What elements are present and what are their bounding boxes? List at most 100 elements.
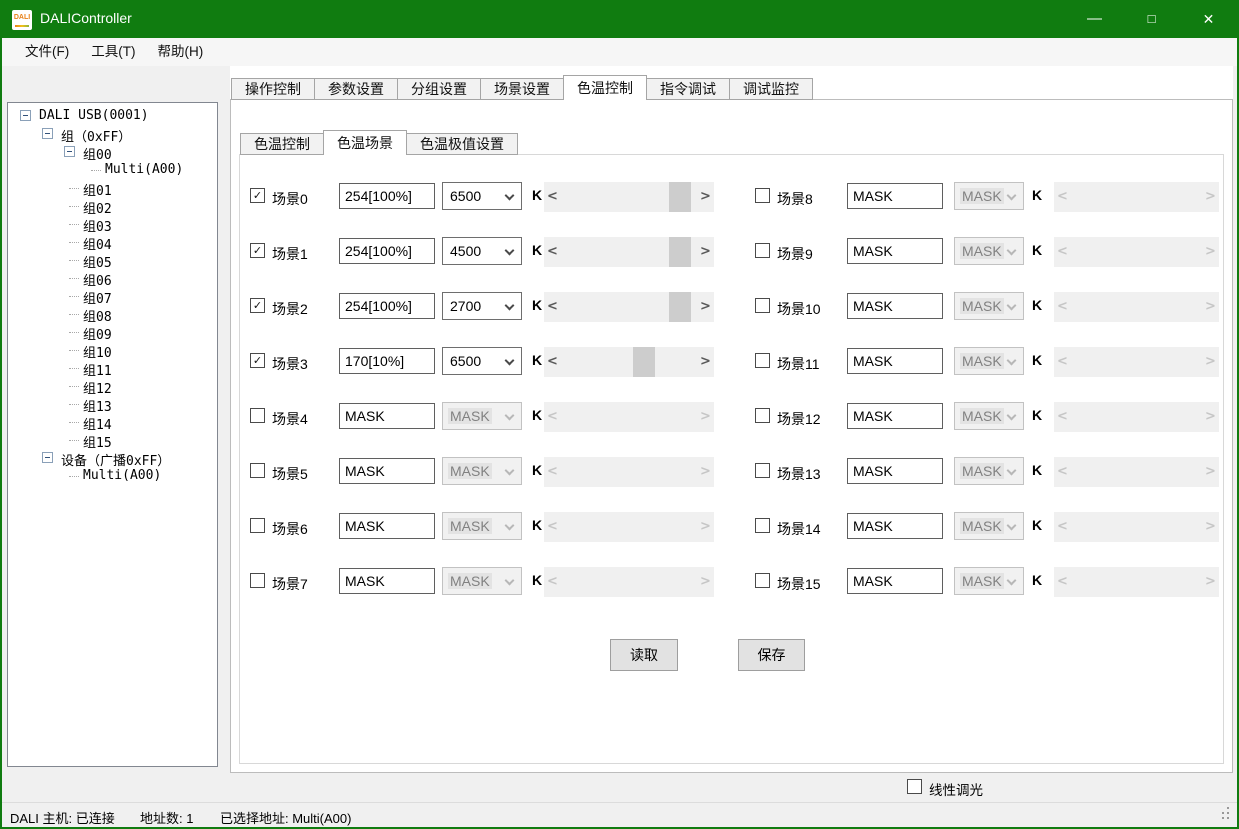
- scene-brightness-scrollbar[interactable]: <>: [544, 237, 714, 267]
- scene-cct-select[interactable]: MASK: [442, 567, 522, 595]
- tree-expander-icon[interactable]: [42, 128, 53, 139]
- scene-checkbox[interactable]: [250, 573, 265, 588]
- tree-item[interactable]: 组09: [8, 323, 217, 341]
- scene-brightness-scrollbar[interactable]: <>: [1054, 182, 1219, 212]
- scroll-left-icon[interactable]: <: [544, 347, 561, 377]
- main-tab-5[interactable]: 指令调试: [646, 78, 730, 100]
- scroll-right-icon[interactable]: >: [1202, 567, 1219, 597]
- scroll-left-icon[interactable]: <: [1054, 512, 1071, 542]
- scroll-right-icon[interactable]: >: [697, 347, 714, 377]
- scene-cct-select[interactable]: MASK: [954, 292, 1024, 320]
- scene-level-input[interactable]: [339, 513, 435, 539]
- resize-grip-icon[interactable]: [1217, 817, 1219, 819]
- scene-level-input[interactable]: [847, 348, 943, 374]
- menu-item-1[interactable]: 工具(T): [80, 38, 146, 66]
- tree-item[interactable]: 组02: [8, 197, 217, 215]
- read-button[interactable]: 读取: [610, 639, 678, 671]
- scene-level-input[interactable]: [847, 183, 943, 209]
- scene-level-input[interactable]: [847, 403, 943, 429]
- tree-item[interactable]: 组12: [8, 377, 217, 395]
- sub-tab-1[interactable]: 色温场景: [323, 130, 407, 155]
- scroll-right-icon[interactable]: >: [697, 237, 714, 267]
- scene-checkbox[interactable]: [755, 353, 770, 368]
- scene-level-input[interactable]: [847, 293, 943, 319]
- scene-level-input[interactable]: [339, 183, 435, 209]
- scroll-left-icon[interactable]: <: [544, 237, 561, 267]
- scroll-right-icon[interactable]: >: [697, 567, 714, 597]
- tree-item[interactable]: 组05: [8, 251, 217, 269]
- scene-cct-select[interactable]: 4500: [442, 237, 522, 265]
- scroll-right-icon[interactable]: >: [1202, 292, 1219, 322]
- scene-checkbox[interactable]: ✓: [250, 353, 265, 368]
- save-button[interactable]: 保存: [738, 639, 805, 671]
- scene-level-input[interactable]: [339, 293, 435, 319]
- scene-brightness-scrollbar[interactable]: <>: [1054, 237, 1219, 267]
- scene-cct-select[interactable]: MASK: [954, 567, 1024, 595]
- scroll-left-icon[interactable]: <: [1054, 567, 1071, 597]
- scene-brightness-scrollbar[interactable]: <>: [544, 347, 714, 377]
- scene-level-input[interactable]: [339, 403, 435, 429]
- main-tab-2[interactable]: 分组设置: [397, 78, 481, 100]
- tree-item[interactable]: Multi(A00): [8, 161, 217, 179]
- scene-level-input[interactable]: [847, 238, 943, 264]
- maximize-button[interactable]: □: [1123, 2, 1180, 38]
- tree-item[interactable]: 组07: [8, 287, 217, 305]
- scroll-left-icon[interactable]: <: [1054, 402, 1071, 432]
- tree-item[interactable]: 组13: [8, 395, 217, 413]
- scene-cct-select[interactable]: MASK: [954, 402, 1024, 430]
- scroll-left-icon[interactable]: <: [544, 402, 561, 432]
- scroll-right-icon[interactable]: >: [697, 292, 714, 322]
- scene-brightness-scrollbar[interactable]: <>: [1054, 292, 1219, 322]
- scene-brightness-scrollbar[interactable]: <>: [1054, 402, 1219, 432]
- scene-checkbox[interactable]: [755, 243, 770, 258]
- tree-item[interactable]: DALI USB(0001): [8, 107, 217, 125]
- scene-cct-select[interactable]: MASK: [442, 402, 522, 430]
- scrollbar-thumb[interactable]: [633, 347, 655, 377]
- tree-item[interactable]: 组11: [8, 359, 217, 377]
- scroll-left-icon[interactable]: <: [1054, 347, 1071, 377]
- scrollbar-thumb[interactable]: [669, 182, 691, 212]
- scrollbar-thumb[interactable]: [669, 292, 691, 322]
- scene-cct-select[interactable]: MASK: [954, 457, 1024, 485]
- scroll-right-icon[interactable]: >: [697, 182, 714, 212]
- sub-tab-2[interactable]: 色温极值设置: [406, 133, 518, 155]
- scroll-left-icon[interactable]: <: [1054, 182, 1071, 212]
- scene-checkbox[interactable]: ✓: [250, 243, 265, 258]
- scroll-right-icon[interactable]: >: [1202, 347, 1219, 377]
- scene-cct-select[interactable]: 2700: [442, 292, 522, 320]
- scroll-left-icon[interactable]: <: [544, 292, 561, 322]
- scene-brightness-scrollbar[interactable]: <>: [544, 182, 714, 212]
- scene-checkbox[interactable]: [755, 463, 770, 478]
- tree-item[interactable]: 组00: [8, 143, 217, 161]
- scene-cct-select[interactable]: MASK: [442, 457, 522, 485]
- main-tab-0[interactable]: 操作控制: [231, 78, 315, 100]
- scene-checkbox[interactable]: [755, 188, 770, 203]
- scrollbar-thumb[interactable]: [669, 237, 691, 267]
- scroll-left-icon[interactable]: <: [1054, 237, 1071, 267]
- main-tab-1[interactable]: 参数设置: [314, 78, 398, 100]
- scene-cct-select[interactable]: MASK: [954, 512, 1024, 540]
- scene-brightness-scrollbar[interactable]: <>: [544, 402, 714, 432]
- tree-expander-icon[interactable]: [20, 110, 31, 121]
- tree-item[interactable]: 组14: [8, 413, 217, 431]
- scene-cct-select[interactable]: MASK: [442, 512, 522, 540]
- linear-dimming-checkbox[interactable]: [907, 779, 922, 794]
- tree-item[interactable]: 组01: [8, 179, 217, 197]
- scene-brightness-scrollbar[interactable]: <>: [1054, 347, 1219, 377]
- scene-level-input[interactable]: [847, 513, 943, 539]
- scene-brightness-scrollbar[interactable]: <>: [1054, 512, 1219, 542]
- scene-level-input[interactable]: [339, 348, 435, 374]
- scroll-left-icon[interactable]: <: [544, 457, 561, 487]
- scene-checkbox[interactable]: [755, 573, 770, 588]
- scene-brightness-scrollbar[interactable]: <>: [1054, 457, 1219, 487]
- scene-cct-select[interactable]: 6500: [442, 347, 522, 375]
- main-tab-4[interactable]: 色温控制: [563, 75, 647, 100]
- scene-level-input[interactable]: [339, 458, 435, 484]
- scene-brightness-scrollbar[interactable]: <>: [544, 457, 714, 487]
- scroll-left-icon[interactable]: <: [544, 182, 561, 212]
- tree-expander-icon[interactable]: [42, 452, 53, 463]
- scene-checkbox[interactable]: [250, 408, 265, 423]
- menu-item-0[interactable]: 文件(F): [14, 38, 80, 66]
- scene-brightness-scrollbar[interactable]: <>: [544, 512, 714, 542]
- scene-level-input[interactable]: [847, 458, 943, 484]
